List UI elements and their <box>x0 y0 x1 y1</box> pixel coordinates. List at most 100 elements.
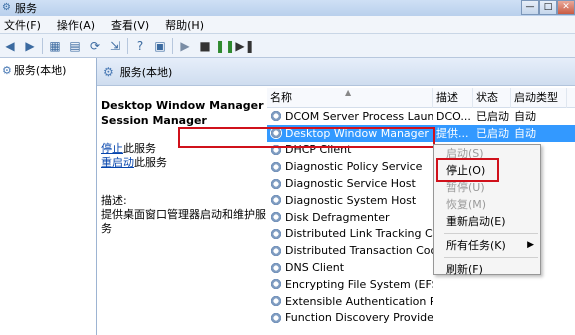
menu-separator <box>444 233 538 234</box>
table-row[interactable]: Encrypting File System (EFS) <box>267 276 575 293</box>
service-description-cell: 提供... <box>436 127 469 141</box>
description-label: 描述: <box>101 194 127 207</box>
service-name-cell: Encrypting File System (EFS) <box>267 278 433 291</box>
column-header-description[interactable]: 描述 <box>433 87 473 108</box>
restart-link-suffix: 此服务 <box>134 156 167 169</box>
service-name: DHCP Client <box>285 143 352 157</box>
export-icon[interactable]: ⇲ <box>107 38 123 54</box>
maximize-button[interactable]: □ <box>539 0 557 15</box>
service-status-cell: 已启动 <box>476 127 509 141</box>
menu-item-refresh[interactable]: 刷新(F) <box>434 261 540 278</box>
stop-service-icon[interactable]: ■ <box>197 38 213 54</box>
service-name-cell: Distributed Link Tracking Clie <box>267 227 433 240</box>
refresh-icon[interactable]: ⟳ <box>87 38 103 54</box>
service-name: Diagnostic System Host <box>285 193 417 207</box>
service-name: Diagnostic Policy Service <box>285 160 423 174</box>
column-header-status[interactable]: 状态 <box>473 87 511 108</box>
menu-help[interactable]: 帮助(H) <box>165 17 204 33</box>
service-name: DCOM Server Process Launcher <box>285 109 433 123</box>
column-header-startup-type[interactable]: 启动类型 <box>511 87 567 108</box>
back-icon[interactable]: ◀ <box>2 38 18 54</box>
gear-icon <box>270 160 282 173</box>
services-icon: ⚙ <box>2 63 12 77</box>
tree-item-services-local[interactable]: ⚙ 服务(本地) <box>0 58 96 82</box>
window-controls: — □ ✕ <box>521 0 575 15</box>
service-status-cell: 已启动 <box>476 110 509 124</box>
table-row[interactable]: DCOM Server Process LauncherDCO... 已启动自动 <box>267 108 575 125</box>
service-name: Diagnostic Service Host <box>285 177 416 191</box>
menu-item-stop[interactable]: 停止(O) <box>434 162 540 179</box>
menu-separator <box>444 257 538 258</box>
service-startup-type-cell: 自动 <box>514 110 536 124</box>
menu-item-restart[interactable]: 重新启动(E) <box>434 213 540 230</box>
gear-icon <box>270 278 282 291</box>
menu-item-start[interactable]: 启动(S) <box>434 145 540 162</box>
gear-icon <box>270 194 282 207</box>
service-name: DNS Client <box>285 261 345 275</box>
table-row[interactable]: Desktop Window Manager Se...提供... 已启动自动 <box>267 124 575 142</box>
menu-bar: 文件(F) 操作(A) 查看(V) 帮助(H) <box>0 16 575 34</box>
selected-service-name: Desktop Window Manager Session Manager <box>101 99 264 127</box>
close-button[interactable]: ✕ <box>557 0 575 15</box>
service-name-cell: DNS Client <box>267 261 433 274</box>
menu-view[interactable]: 查看(V) <box>111 17 149 33</box>
pane-title: 服务(本地) <box>119 65 173 79</box>
gear-icon <box>270 261 282 274</box>
service-name: Function Discovery Provider <box>285 311 433 325</box>
service-name: Distributed Link Tracking Clie <box>285 227 433 241</box>
stop-link-suffix: 此服务 <box>123 142 156 155</box>
start-service-icon[interactable]: ▶ <box>177 38 193 54</box>
service-detail-panel: Desktop Window Manager Session Manager 停… <box>101 98 267 236</box>
toolbar: ◀ ▶ ▦ ▤ ⟳ ⇲ ? ▣ ▶ ■ ❚❚ ▶❚ <box>0 34 575 58</box>
table-row[interactable]: Function Discovery Provider <box>267 310 575 327</box>
toolbar-separator <box>127 37 128 54</box>
service-description: 描述: 提供桌面窗口管理器启动和维护服务 <box>101 194 267 236</box>
menu-item-pause[interactable]: 暂停(U) <box>434 179 540 196</box>
restart-service-link[interactable]: 重启动 <box>101 156 134 169</box>
menu-file[interactable]: 文件(F) <box>4 17 41 33</box>
list-header: ▲ 名称 描述 状态 启动类型 <box>267 87 575 108</box>
gear-icon <box>270 110 282 123</box>
context-menu: 启动(S) 停止(O) 暂停(U) 恢复(M) 重新启动(E) 所有任务(K) … <box>433 144 541 278</box>
service-name-cell: Diagnostic Policy Service <box>267 160 433 173</box>
pane-header: ⚙ 服务(本地) <box>97 58 575 86</box>
menu-item-all-tasks-label: 所有任务(K) <box>446 239 506 252</box>
title-bar: ⚙ 服务 — □ ✕ <box>0 0 575 16</box>
stop-service-link[interactable]: 停止 <box>101 142 123 155</box>
service-name-cell: Diagnostic System Host <box>267 194 433 207</box>
pause-service-icon[interactable]: ❚❚ <box>215 38 235 54</box>
gear-icon <box>270 311 282 324</box>
menu-action[interactable]: 操作(A) <box>57 17 95 33</box>
console-tree-icon[interactable]: ▦ <box>47 38 63 54</box>
service-name-cell: DHCP Client <box>267 143 433 156</box>
service-name-cell: DCOM Server Process Launcher <box>267 110 433 123</box>
service-name-cell: Function Discovery Provider <box>267 311 433 324</box>
service-name-cell: Diagnostic Service Host <box>267 177 433 190</box>
show-hide-icon[interactable]: ▤ <box>67 38 83 54</box>
service-name-cell: Extensible Authentication Pr <box>267 295 433 308</box>
menu-item-all-tasks[interactable]: 所有任务(K) ▶ <box>434 237 540 254</box>
help-icon[interactable]: ? <box>132 38 148 54</box>
console-tree-pane: ⚙ 服务(本地) <box>0 58 97 335</box>
service-name: Disk Defragmenter <box>285 210 390 224</box>
service-startup-type-cell: 自动 <box>514 127 536 141</box>
table-row[interactable]: Extensible Authentication Pr <box>267 293 575 310</box>
forward-icon[interactable]: ▶ <box>22 38 38 54</box>
toolbar-separator <box>42 37 43 54</box>
service-name: Desktop Window Manager Se... <box>285 126 433 140</box>
gear-icon <box>270 244 282 257</box>
restart-service-icon[interactable]: ▶❚ <box>235 38 254 54</box>
toolbar-separator <box>172 37 173 54</box>
properties-icon[interactable]: ▣ <box>152 38 168 54</box>
gear-icon <box>270 227 282 240</box>
gear-icon <box>270 143 282 156</box>
description-text: 提供桌面窗口管理器启动和维护服务 <box>101 208 266 235</box>
service-name-cell: Disk Defragmenter <box>267 211 433 224</box>
submenu-arrow-icon: ▶ <box>527 240 534 250</box>
minimize-button[interactable]: — <box>521 0 539 15</box>
gear-icon <box>270 177 282 190</box>
gear-icon <box>270 127 282 140</box>
service-name-cell: Desktop Window Manager Se... <box>267 127 433 140</box>
menu-item-resume[interactable]: 恢复(M) <box>434 196 540 213</box>
service-name: Extensible Authentication Pr <box>285 294 433 308</box>
